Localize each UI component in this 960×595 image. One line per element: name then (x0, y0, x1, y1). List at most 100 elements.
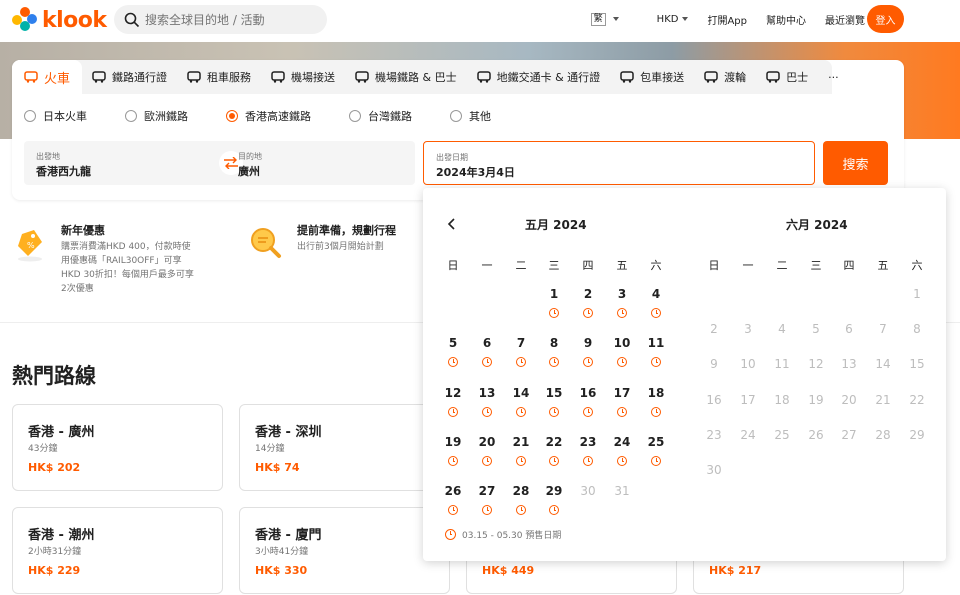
svg-text:%: % (27, 241, 35, 250)
promo-title: 提前準備，規劃行程 (297, 224, 396, 237)
weekday-header: 六 (911, 259, 923, 272)
promo-new-year: 新年優惠 購票消費滿HKD 400，付款時使 用優惠碼「RAIL30OFF」可享… (61, 224, 194, 296)
origin-destination-field[interactable]: 出發地 香港西九龍 目的地 廣州 (24, 141, 415, 185)
route-duration: 14分鐘 (255, 444, 285, 454)
tab-charter[interactable]: 包車接送 (610, 60, 694, 94)
route-card[interactable]: 香港 - 深圳 14分鐘 HK$ 74 (239, 404, 450, 491)
calendar-day[interactable]: 22 (539, 435, 569, 449)
currency-selector[interactable]: HKD (638, 14, 689, 25)
calendar-day[interactable]: 19 (438, 435, 468, 449)
calendar-day[interactable]: 9 (573, 336, 603, 350)
presale-clock-icon (516, 406, 526, 417)
radio-dot (450, 110, 462, 122)
calendar-day[interactable]: 10 (607, 336, 637, 350)
klook-logo[interactable]: klook (12, 7, 107, 33)
presale-clock-icon (583, 308, 593, 318)
calendar-day[interactable]: 28 (506, 484, 536, 498)
category-tabs: 火車 鐵路通行證 租車服務 機場接送 機場鐵路 & 巴士 地鐵交通卡 & 通行證 包車接送 渡… (12, 60, 839, 94)
promo-line: 用優惠碼「RAIL30OFF」可享 (61, 256, 182, 266)
weekday-header: 日 (708, 259, 720, 272)
login-button[interactable]: 登入 (867, 5, 904, 33)
calendar-day[interactable]: 3 (607, 287, 637, 301)
tab-rail-pass[interactable]: 鐵路通行證 (82, 60, 177, 94)
calendar-day[interactable]: 13 (472, 386, 502, 400)
tab-bus[interactable]: 巴士 (756, 60, 818, 94)
date-value: 2024年3月4日 (436, 166, 515, 179)
route-duration: 43分鐘 (28, 444, 58, 454)
search-button[interactable]: 搜索 (823, 141, 888, 185)
recently-viewed-link[interactable]: 最近瀏覽 (825, 12, 865, 27)
calendar-day[interactable]: 23 (573, 435, 603, 449)
tab-car-rental[interactable]: 租車服務 (177, 60, 261, 94)
swap-icon (224, 157, 238, 169)
route-price: HK$ 449 (482, 564, 535, 577)
tab-more[interactable]: ··· (818, 60, 849, 94)
presale-clock-icon (651, 357, 661, 368)
rail-type-radio[interactable]: 台灣鐵路 (349, 108, 412, 124)
tab-label: 租車服務 (207, 71, 252, 84)
calendar-day[interactable]: 21 (506, 435, 536, 449)
calendar-day: 14 (875, 357, 891, 372)
calendar-day[interactable]: 14 (506, 386, 536, 400)
rail-type-radio[interactable]: 香港高速鐵路 (226, 108, 311, 124)
tab-ferry[interactable]: 渡輪 (694, 60, 756, 94)
calendar-day[interactable]: 17 (607, 386, 637, 400)
destination-value[interactable]: 廣州 (238, 163, 260, 179)
airport-rail-icon (355, 71, 369, 83)
calendar-day[interactable]: 6 (472, 336, 502, 350)
presale-clock-icon (583, 455, 593, 466)
discount-tag-icon: % (18, 230, 42, 262)
calendar-day[interactable]: 26 (438, 484, 468, 498)
calendar-day[interactable]: 25 (641, 435, 671, 449)
rail-type-radio[interactable]: 日本火車 (24, 108, 87, 124)
calendar-day[interactable]: 15 (539, 386, 569, 400)
calendar-day: 3 (744, 322, 752, 337)
tab-metro-card[interactable]: 地鐵交通卡 & 通行證 (467, 60, 611, 94)
search-bar[interactable]: 搜索全球目的地 / 活動 (114, 5, 327, 34)
origin-value[interactable]: 香港西九龍 (36, 163, 91, 179)
header-nav: 繁 HKD 打開App 幫助中心 最近瀏覽 註冊 (553, 0, 904, 38)
prev-month-button[interactable] (445, 216, 459, 235)
search-placeholder: 搜索全球目的地 / 活動 (145, 13, 265, 27)
calendar-day[interactable]: 8 (539, 336, 569, 350)
calendar-day[interactable]: 29 (539, 484, 569, 498)
weekday-header: 五 (877, 259, 889, 272)
route-card[interactable]: 香港 - 潮州 2小時31分鐘 HK$ 229 (12, 507, 223, 594)
presale-clock-icon (482, 455, 492, 466)
promo-title: 新年優惠 (61, 224, 105, 237)
calendar-day[interactable]: 5 (438, 336, 468, 350)
tab-airport-transfer[interactable]: 機場接送 (261, 60, 345, 94)
rail-type-radio[interactable]: 其他 (450, 108, 491, 124)
calendar-day[interactable]: 7 (506, 336, 536, 350)
language-selector[interactable]: 繁 (572, 12, 619, 26)
route-card[interactable]: 香港 - 廣州 43分鐘 HK$ 202 (12, 404, 223, 491)
calendar-day[interactable]: 18 (641, 386, 671, 400)
date-label: 出發日期 (436, 153, 468, 162)
calendar-day[interactable]: 4 (641, 287, 671, 301)
open-app-link[interactable]: 打開App (707, 12, 747, 27)
calendar-day[interactable]: 11 (641, 336, 671, 350)
calendar-day[interactable]: 2 (573, 287, 603, 301)
weekday-header: 六 (650, 259, 662, 272)
calendar-day: 2 (710, 322, 718, 337)
tab-label: 地鐵交通卡 & 通行證 (496, 71, 601, 84)
route-card[interactable]: 香港 - 廈門 3小時41分鐘 HK$ 330 (239, 507, 450, 594)
calendar-day[interactable]: 20 (472, 435, 502, 449)
weekday-header: 三 (810, 259, 822, 272)
calendar-day[interactable]: 12 (438, 386, 468, 400)
route-duration: 3小時41分鐘 (255, 547, 309, 557)
calendar-day: 29 (909, 427, 925, 442)
help-center-link[interactable]: 幫助中心 (766, 12, 806, 27)
calendar-day[interactable]: 16 (573, 386, 603, 400)
logo-mark-icon (12, 7, 38, 33)
rail-type-radio[interactable]: 歐洲鐵路 (125, 108, 188, 124)
calendar-day: 27 (841, 427, 857, 442)
departure-date-field[interactable]: 出發日期 2024年3月4日 (423, 141, 815, 185)
tab-train[interactable]: 火車 (12, 60, 83, 94)
calendar-day: 24 (740, 427, 756, 442)
calendar-day[interactable]: 24 (607, 435, 637, 449)
tab-airport-rail[interactable]: 機場鐵路 & 巴士 (345, 60, 467, 94)
calendar-day[interactable]: 27 (472, 484, 502, 498)
calendar-day[interactable]: 1 (539, 287, 569, 301)
route-duration: 2小時31分鐘 (28, 547, 82, 557)
